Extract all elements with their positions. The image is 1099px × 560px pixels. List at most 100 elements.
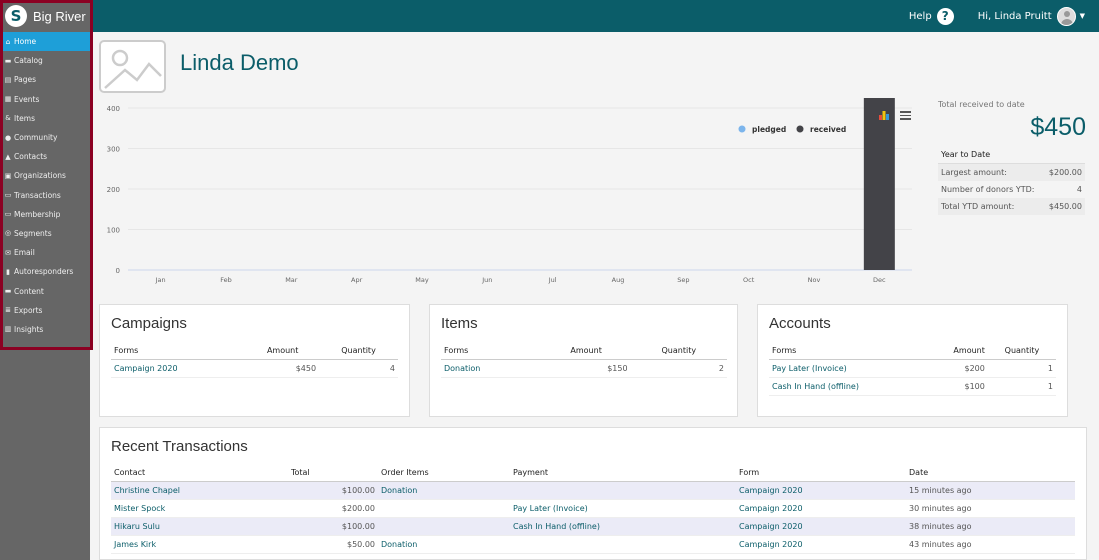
table-row: Donation $150 2 <box>441 359 727 378</box>
account-form-link[interactable]: Pay Later (Invoice) <box>769 359 926 378</box>
table-row: Campaign 2020 $450 4 <box>111 359 398 378</box>
column-header[interactable]: Payment <box>510 465 736 482</box>
chart-menu-icon[interactable] <box>900 111 911 120</box>
item-form-link[interactable]: Donation <box>441 359 542 378</box>
sidebar-item-contacts[interactable]: ▲ Contacts <box>0 147 90 166</box>
column-header[interactable]: Date <box>906 465 1075 482</box>
form-link[interactable]: Campaign 2020 <box>736 517 906 536</box>
payment-link[interactable] <box>510 535 736 554</box>
column-header[interactable]: Forms <box>769 343 926 360</box>
sidebar-item-label: Segments <box>14 228 52 238</box>
x-tick-label: May <box>415 276 429 284</box>
sidebar-item-catalog[interactable]: ▬ Catalog <box>0 51 90 70</box>
contact-link[interactable]: James Kirk <box>111 535 263 554</box>
column-header[interactable]: Forms <box>441 343 542 360</box>
item-amount: $150 <box>541 359 631 378</box>
brand-name: Big River <box>33 8 86 24</box>
database-icon: ≣ <box>5 306 11 315</box>
sidebar-item-content[interactable]: ▬ Content <box>0 281 90 300</box>
sidebar-item-home[interactable]: ⌂ Home <box>0 32 90 52</box>
column-header[interactable]: Contact <box>111 465 263 482</box>
sidebar-item-label: Organizations <box>14 171 66 181</box>
account-form-link[interactable]: Cash In Hand (offline) <box>769 377 926 396</box>
contact-link[interactable]: Hikaru Sulu <box>111 517 263 536</box>
sidebar-item-organizations[interactable]: ▣ Organizations <box>0 166 90 185</box>
column-header[interactable]: Order Items <box>378 465 510 482</box>
image-placeholder-icon <box>99 40 166 93</box>
campaign-quantity: 4 <box>319 359 398 378</box>
autoresponder-icon: ▮ <box>6 267 10 276</box>
home-icon: ⌂ <box>5 37 11 46</box>
column-header[interactable]: Form <box>736 465 906 482</box>
campaign-form-link[interactable]: Campaign 2020 <box>111 359 247 378</box>
order-items-link[interactable]: Donation <box>378 481 510 500</box>
sidebar-item-pages[interactable]: ▤ Pages <box>0 70 90 89</box>
column-header[interactable]: Quantity <box>319 343 398 360</box>
pages-icon: ▤ <box>4 75 12 84</box>
payment-link[interactable]: Pay Later (Invoice) <box>510 499 736 518</box>
items-icon: & <box>5 114 11 123</box>
contact-link[interactable]: Christine Chapel <box>111 481 263 500</box>
items-table: Forms Amount Quantity Donation $150 2 <box>441 343 727 378</box>
table-row: Mister Spock $200.00 Pay Later (Invoice) Ca… <box>111 499 1075 518</box>
sidebar-item-items[interactable]: & Items <box>0 109 90 128</box>
sidebar-item-exports[interactable]: ≣ Exports <box>0 301 90 320</box>
payment-link[interactable]: Cash In Hand (offline) <box>510 517 736 536</box>
ytd-table: Year to Date Largest amount: $200.00 Num… <box>938 146 1085 215</box>
transaction-date: 15 minutes ago <box>906 481 1075 500</box>
sidebar-item-label: Catalog <box>14 56 43 66</box>
order-items-link[interactable] <box>378 517 510 536</box>
ytd-label: Total YTD amount: <box>938 198 1044 215</box>
ytd-value: 4 <box>1076 185 1082 194</box>
sidebar-item-segments[interactable]: ◎ Segments <box>0 224 90 243</box>
order-items-link[interactable] <box>378 499 510 518</box>
sidebar-item-community[interactable]: ● Community <box>0 128 90 147</box>
user-menu-label[interactable]: Hi, Linda Pruitt <box>978 11 1052 22</box>
column-header[interactable]: Amount <box>541 343 631 360</box>
table-row: Cash In Hand (offline) $100 1 <box>769 377 1056 396</box>
sidebar-item-autoresponders[interactable]: ▮ Autoresponders <box>0 262 90 281</box>
total-received-label: Total received to date <box>938 100 1025 109</box>
campaign-amount: $450 <box>246 359 320 378</box>
x-tick-label: Apr <box>351 276 363 284</box>
brand[interactable]: S Big River <box>5 3 86 29</box>
sidebar-item-events[interactable]: ▦ Events <box>0 90 90 109</box>
column-header[interactable]: Amount <box>925 343 988 360</box>
column-header[interactable]: Total <box>263 465 378 482</box>
sidebar-item-email[interactable]: ✉ Email <box>0 243 90 262</box>
table-row: Hikaru Sulu $100.00 Cash In Hand (offline)… <box>111 517 1075 536</box>
column-header[interactable]: Forms <box>111 343 247 360</box>
avatar[interactable] <box>1056 6 1076 26</box>
sidebar-item-insights[interactable]: ▥ Insights <box>0 320 90 339</box>
transaction-date: 38 minutes ago <box>906 517 1075 536</box>
form-link[interactable]: Campaign 2020 <box>736 499 906 518</box>
x-tick-label: Dec <box>873 276 886 284</box>
transactions-table: Contact Total Order Items Payment Form D… <box>111 465 1075 554</box>
form-link[interactable]: Campaign 2020 <box>736 535 906 554</box>
column-header[interactable]: Quantity <box>987 343 1056 360</box>
ytd-label: Number of donors YTD: <box>941 185 1035 194</box>
chevron-down-icon[interactable]: ▼ <box>1080 12 1085 20</box>
legend-marker <box>738 125 746 133</box>
payment-link[interactable] <box>510 481 736 500</box>
x-tick-label: Nov <box>808 276 821 284</box>
x-tick-label: Aug <box>612 276 625 284</box>
legend-label: received <box>810 125 846 134</box>
sidebar-item-label: Transactions <box>14 190 61 200</box>
y-tick-label: 200 <box>107 186 120 194</box>
help-icon[interactable]: ? <box>936 7 954 25</box>
form-link[interactable]: Campaign 2020 <box>736 481 906 500</box>
accounts-table: Forms Amount Quantity Pay Later (Invoice… <box>769 343 1056 396</box>
help-link[interactable]: Help <box>909 11 932 22</box>
users-icon: ● <box>4 133 12 142</box>
contact-link[interactable]: Mister Spock <box>111 499 263 518</box>
order-items-link[interactable]: Donation <box>378 535 510 554</box>
sidebar-item-membership[interactable]: ▭ Membership <box>0 205 90 224</box>
user-icon: ▲ <box>5 152 11 161</box>
column-header[interactable]: Quantity <box>630 343 727 360</box>
total-received-value: $450 <box>1030 113 1086 141</box>
column-header[interactable]: Amount <box>246 343 320 360</box>
sidebar-item-transactions[interactable]: ▭ Transactions <box>0 186 90 205</box>
ytd-value: $450.00 <box>1043 198 1085 215</box>
chart-type-icon[interactable] <box>879 105 889 120</box>
